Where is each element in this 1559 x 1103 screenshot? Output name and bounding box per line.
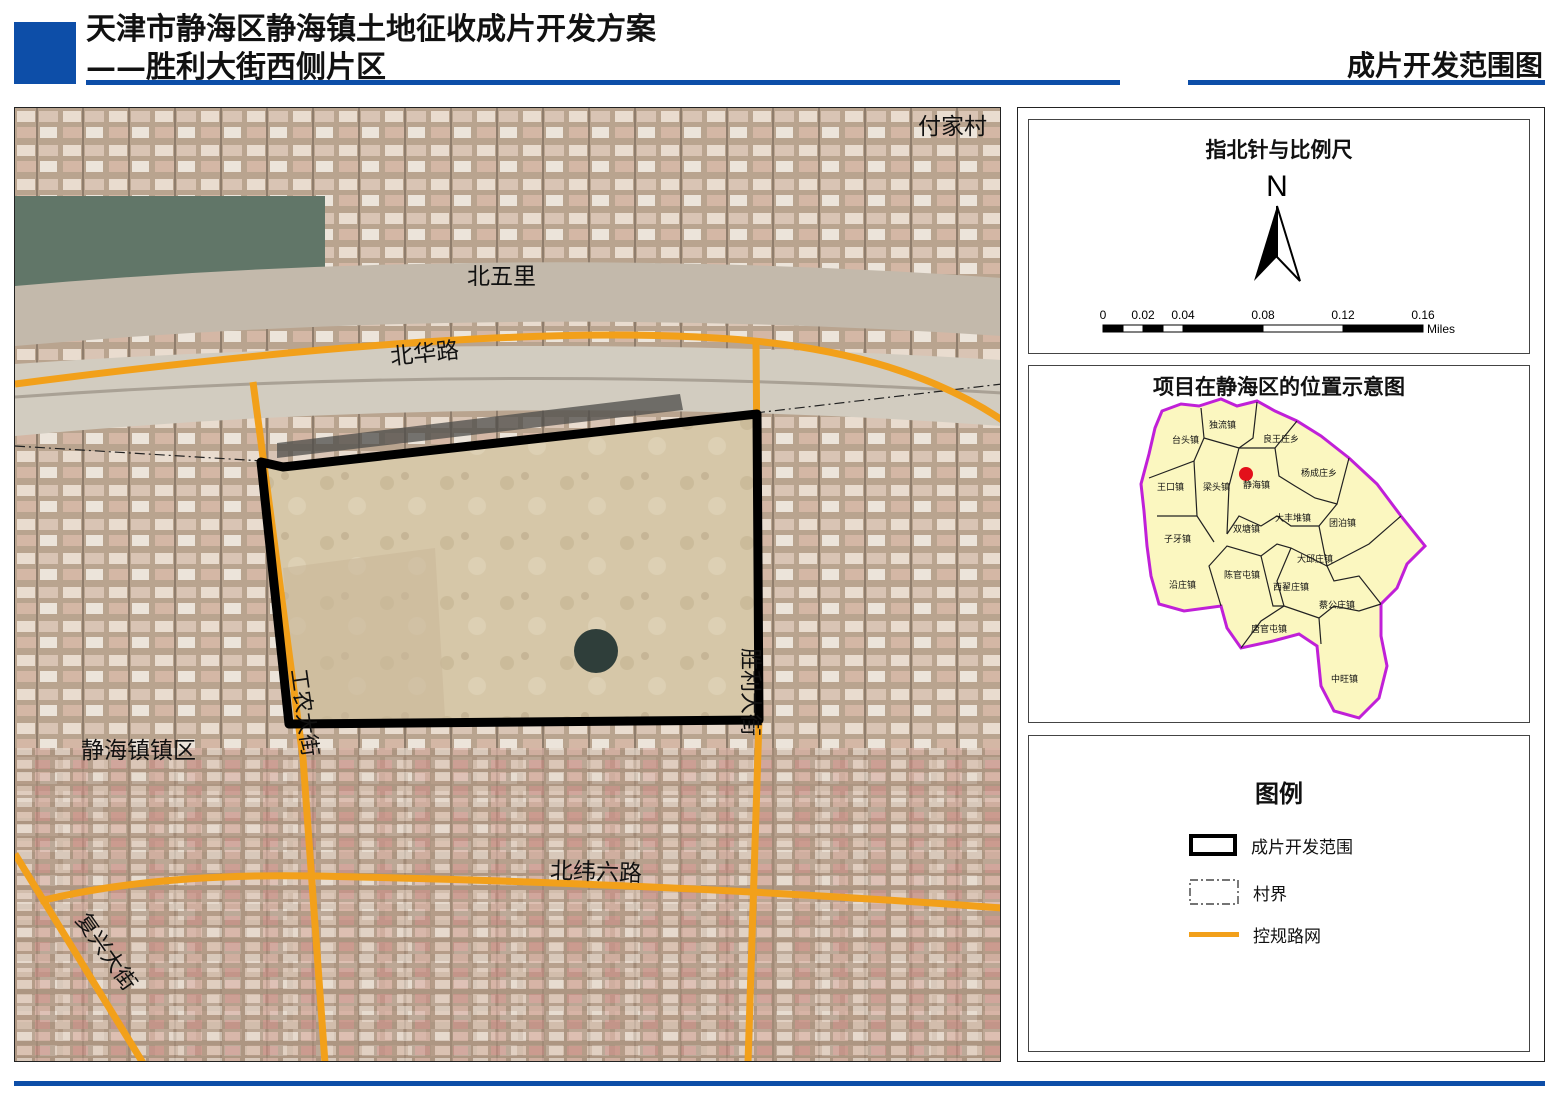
legend-box: 图例 成片开发范围 村界 控规路网: [1028, 735, 1530, 1052]
town-label: 杨成庄乡: [1301, 467, 1337, 479]
town-label: 沿庄镇: [1169, 579, 1196, 591]
town-label: 双塘镇: [1233, 523, 1260, 535]
town-label: 中旺镇: [1331, 673, 1358, 685]
district-map: 台头镇 独流镇 良王庄乡 杨成庄乡 王口镇 梁头镇 静海镇 团泊镇 双塘镇 大丰…: [1139, 397, 1428, 720]
legend-title: 图例: [1255, 779, 1303, 808]
town-label: 王口镇: [1157, 481, 1184, 493]
legend-label: 成片开发范围: [1251, 837, 1353, 858]
town-label: 陈官屯镇: [1224, 569, 1260, 581]
north-letter: N: [1266, 170, 1288, 203]
legend-item-planned-roads: 控规路网: [1189, 918, 1321, 950]
town-label: 唐官屯镇: [1251, 623, 1287, 635]
small-pond: [574, 629, 618, 673]
town-label: 梁头镇: [1203, 481, 1230, 493]
scale-tick-4: 0.12: [1331, 308, 1355, 322]
project-location-marker: [1239, 467, 1253, 481]
main-map-canvas: 付家村 北五里 北华路 静海镇镇区 工农大街 胜利大街 北纬六路 复兴大街: [15, 108, 1000, 1061]
legend-item-village-boundary: 村界: [1189, 876, 1287, 908]
district-outline: [1139, 397, 1428, 720]
town-label: 大丰堆镇: [1275, 512, 1311, 524]
town-label: 台头镇: [1172, 434, 1199, 446]
boundary-symbol-icon: [1189, 834, 1237, 856]
town-label: 静海镇: [1243, 479, 1270, 491]
scale-tick-3: 0.08: [1251, 308, 1275, 322]
town-label: 团泊镇: [1329, 517, 1356, 529]
town-label: 蔡公庄镇: [1319, 599, 1355, 611]
legend-item-development-boundary: 成片开发范围: [1189, 829, 1353, 861]
scale-unit: Miles: [1427, 322, 1455, 336]
main-map-frame: 付家村 北五里 北华路 静海镇镇区 工农大街 胜利大街 北纬六路 复兴大街: [14, 107, 1001, 1062]
scale-tick-5: 0.16: [1411, 308, 1435, 322]
legend-label: 控规路网: [1253, 926, 1321, 947]
label-beiwei6-road: 北纬六路: [550, 858, 643, 887]
legend-label: 村界: [1253, 884, 1287, 905]
title-logo-block: [14, 22, 76, 84]
compass-scale-graphic: N 0 0.02 0.04 0.08 0.12 0.16 Miles: [1100, 170, 1455, 336]
bottom-rule: [14, 1081, 1545, 1086]
town-label: 良王庄乡: [1263, 433, 1299, 445]
north-arrow-icon: [1254, 205, 1301, 282]
scale-tick-1: 0.02: [1131, 308, 1155, 322]
label-beiwuli: 北五里: [467, 264, 536, 290]
town-label: 独流镇: [1209, 419, 1236, 431]
compass-scale-box: 指北针与比例尺 N 0 0.02 0.04 0.08 0.12 0.16 Mil…: [1028, 119, 1530, 354]
location-map-box: 项目在静海区的位置示意图 台头镇 独流镇 良王庄乡 杨成庄乡 王口镇 梁头镇 静…: [1028, 365, 1530, 723]
urban-texture-south: [15, 748, 1000, 1061]
label-fujia-village: 付家村: [918, 114, 987, 140]
dash-dot-symbol-icon: [1189, 879, 1239, 905]
label-shengli-street: 胜利大街: [737, 648, 762, 736]
road-symbol-icon: [1189, 931, 1239, 937]
side-panel: 指北针与比例尺 N 0 0.02 0.04 0.08 0.12 0.16 Mil…: [1017, 107, 1545, 1062]
scale-bar: [1102, 324, 1424, 333]
scale-tick-0: 0: [1100, 308, 1107, 322]
map-kind-title: 成片开发范围图: [1346, 49, 1543, 82]
label-jinghai-town-area: 静海镇镇区: [81, 738, 196, 764]
town-label: 西翟庄镇: [1273, 581, 1309, 593]
town-label: 大邱庄镇: [1297, 553, 1333, 565]
scale-tick-2: 0.04: [1171, 308, 1195, 322]
title-underline-left: [86, 80, 1120, 85]
town-label: 子牙镇: [1164, 533, 1191, 545]
